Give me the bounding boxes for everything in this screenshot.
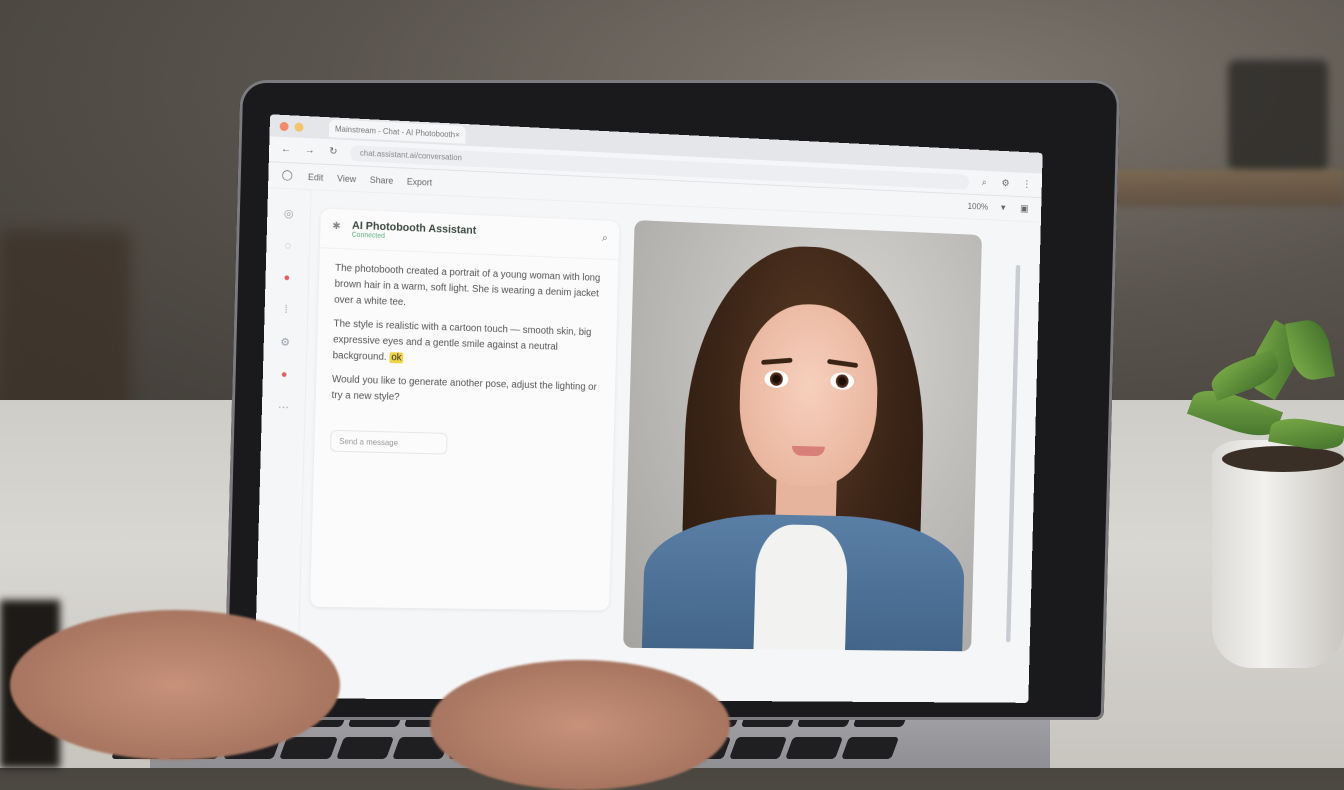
chat-message: Would you like to generate another pose,… [331, 374, 597, 403]
message-input[interactable]: Send a message [330, 429, 448, 455]
portrait-tshirt [753, 523, 849, 651]
chat-message: The style is realistic with a cartoon to… [332, 316, 601, 372]
toolbar-item-export[interactable]: Export [407, 176, 433, 187]
toolbar-item-share[interactable]: Share [370, 174, 394, 185]
background-shelf [1100, 170, 1344, 206]
portrait-mouth [791, 445, 825, 457]
background-pot [1228, 60, 1328, 170]
keyboard-key [279, 736, 338, 759]
toolbar-item-view[interactable]: View [337, 173, 356, 184]
portrait-eye [830, 372, 855, 391]
window-close-dot[interactable] [279, 121, 289, 131]
record-icon[interactable]: ● [283, 272, 290, 284]
scrollbar[interactable] [1005, 264, 1021, 643]
keyboard-key [784, 736, 844, 759]
assistant-logo-icon: ✱ [332, 220, 341, 233]
plant-pot [1212, 440, 1344, 668]
chat-message-text: The style is realistic with a cartoon to… [332, 318, 592, 363]
keyboard-key [728, 736, 787, 759]
portrait-brow [761, 357, 793, 365]
toolbar-item-edit[interactable]: Edit [308, 172, 324, 183]
portrait-brow [827, 358, 859, 369]
apps-icon[interactable]: ⁞ [284, 304, 287, 316]
generated-portrait-image [623, 220, 983, 652]
back-icon[interactable]: ← [279, 144, 293, 156]
settings-icon[interactable]: ⚙ [280, 336, 290, 349]
alert-icon[interactable]: ● [281, 369, 288, 381]
portrait-face [737, 301, 880, 489]
forward-icon[interactable]: → [303, 145, 317, 157]
chat-messages: The photobooth created a portrait of a y… [315, 248, 618, 431]
search-icon[interactable]: ⌕ [978, 177, 991, 188]
chat-panel: ✱ AI Photobooth Assistant Connected ⌕ Th… [309, 208, 620, 611]
keyboard-key [841, 736, 900, 759]
window-minimize-dot[interactable] [294, 122, 304, 132]
history-icon[interactable]: ◌ [284, 240, 291, 252]
more-icon[interactable]: ⋯ [278, 400, 289, 413]
menu-icon[interactable]: ⋮ [1020, 179, 1033, 190]
zoom-level[interactable]: 100% [967, 201, 988, 212]
keyboard-key [335, 736, 394, 759]
highlight-tag: ok [389, 352, 404, 364]
home-icon[interactable]: ◯ [280, 170, 294, 182]
chat-message: The photobooth created a portrait of a y… [334, 262, 601, 309]
plant-soil [1222, 446, 1344, 472]
search-icon[interactable]: ⌕ [602, 232, 608, 245]
portrait-iris [835, 374, 849, 389]
left-hand [10, 610, 340, 760]
portrait-eye [764, 370, 789, 389]
tab-label: Mainstream - Chat - AI Photobooth [334, 124, 456, 139]
right-hand [430, 660, 730, 790]
chevron-down-icon[interactable]: ▾ [997, 203, 1010, 214]
portrait-iris [769, 372, 783, 387]
extensions-icon[interactable]: ⚙ [999, 178, 1012, 189]
laptop-screen: Mainstream - Chat - AI Photobooth × ← → … [253, 114, 1043, 703]
close-icon[interactable]: × [455, 130, 460, 139]
layout-icon[interactable]: ▣ [1018, 204, 1031, 215]
reload-icon[interactable]: ↻ [326, 146, 340, 158]
chat-icon[interactable]: ◎ [284, 207, 294, 220]
